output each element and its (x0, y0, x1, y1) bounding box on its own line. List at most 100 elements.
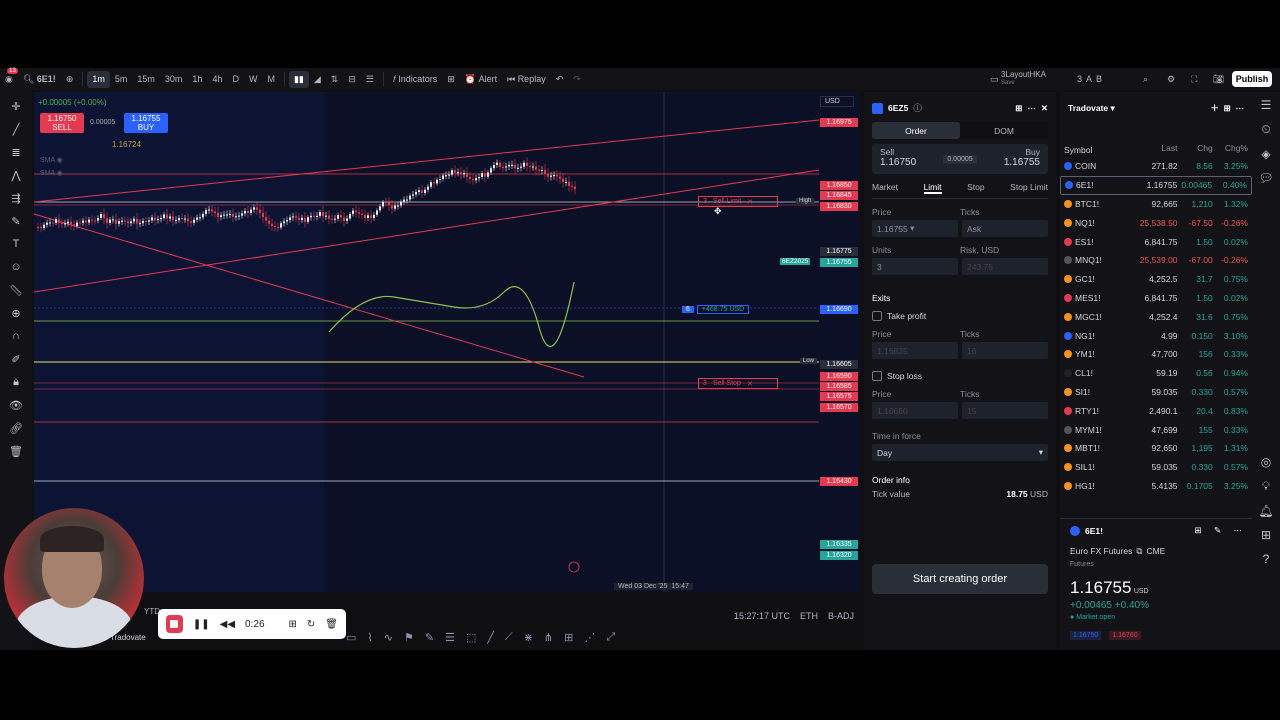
col-last[interactable]: Last (1133, 143, 1177, 157)
watchlist-row[interactable]: YM1! 47,700 156 0.33% (1060, 345, 1252, 364)
publish-button[interactable]: Publish (1232, 71, 1272, 87)
flag-icon[interactable]: ⚑ (404, 631, 414, 644)
watchlist-row[interactable]: BTC1! 92,665 1,210 1.32% (1060, 195, 1252, 214)
fib-icon[interactable]: ≣ (7, 144, 25, 160)
session-toggle[interactable]: ETH (800, 611, 818, 621)
watchlist-row[interactable]: RTY1! 2,490.1 20.4 0.83% (1060, 401, 1252, 420)
watchlist-row[interactable]: MGC1! 4,252.4 31.6 0.75% (1060, 307, 1252, 326)
stop-recording-icon[interactable] (166, 615, 183, 633)
lock-drawing-icon[interactable]: ✐ (7, 351, 25, 367)
price-chart[interactable]: ✥ +0.00005 (+0.00%) 1.16750 SELL 0.00005 … (34, 92, 860, 592)
chevron-down-icon[interactable]: ▾ (1111, 103, 1115, 114)
link-icon[interactable]: 🔗︎ (7, 420, 25, 436)
target-icon[interactable]: ◎ (1261, 455, 1271, 469)
magnet-icon[interactable]: ∩ (7, 328, 25, 344)
tf-1h[interactable]: 1h (187, 68, 207, 90)
symbol-search[interactable]: 🔍︎ 6E1! (18, 68, 61, 90)
ruler-icon[interactable]: 📏︎ (7, 282, 25, 298)
col-chg[interactable]: Chg (1178, 143, 1213, 157)
brush-icon[interactable]: ✎ (7, 213, 25, 229)
info-icon[interactable]: ⓘ (913, 102, 922, 114)
units-input[interactable]: 3 (872, 258, 958, 275)
ticks-select[interactable]: Ask (962, 220, 1048, 237)
trash-icon[interactable]: 🗑︎ (7, 443, 25, 459)
price-axis[interactable]: 1.16975 1.16850 1.16845 1.16830 1.16775 1.167… (820, 92, 858, 592)
sma-legend-1[interactable]: SMA ◉ (40, 156, 63, 164)
more-icon[interactable]: ⋯ (1236, 103, 1245, 114)
sell-stop-order[interactable]: 3 Sell Stop ✕ (698, 378, 778, 389)
tf-15m[interactable]: 15m (132, 68, 160, 90)
clock-icon[interactable]: ⏲ (1261, 122, 1270, 137)
layout-a[interactable]: A (1086, 74, 1092, 84)
templates-icon[interactable]: ⊞ (442, 68, 460, 90)
bar-style-icon[interactable]: ⊟ (343, 68, 361, 90)
trendline-icon[interactable]: ╱ (7, 121, 25, 137)
close-icon[interactable]: ✕ (1041, 103, 1048, 114)
more-icon[interactable]: ⋯ (1027, 103, 1036, 114)
avatar[interactable]: ◉ 13 (0, 68, 18, 90)
tf-m[interactable]: M (262, 68, 280, 90)
candles-icon[interactable]: ▮▮ (288, 70, 309, 88)
tf-d[interactable]: D (227, 68, 244, 90)
quick-buy-button[interactable]: 1.16755 BUY (124, 113, 168, 133)
eye-icon[interactable]: ◉ (57, 157, 63, 164)
quick-sell-button[interactable]: 1.16750 SELL (40, 113, 84, 133)
line-icon[interactable]: ╱ (487, 631, 494, 644)
box-icon[interactable]: ⬚ (466, 631, 476, 644)
crosshair-icon[interactable]: ✛ (7, 98, 25, 114)
lock-icon[interactable]: 🔒︎ (7, 374, 25, 390)
pause-icon[interactable]: ❚❚ (193, 619, 210, 630)
price-input[interactable]: 1.16755 ▾ (872, 220, 958, 237)
watchlist-row[interactable]: SI1! 59.035 0.330 0.57% (1060, 383, 1252, 402)
checkbox-icon[interactable] (872, 311, 882, 321)
watchlist-row[interactable]: MES1! 6,841.75 1.50 0.02% (1060, 289, 1252, 308)
fullscreen-icon[interactable]: ⛶ (1186, 68, 1202, 90)
rewind-icon[interactable]: ◀◀ (220, 619, 235, 630)
watchlist-row[interactable]: MBT1! 92,650 1,195 1.31% (1060, 439, 1252, 458)
pattern-icon[interactable]: ⋇ (524, 631, 533, 644)
tf-w[interactable]: W (244, 68, 263, 90)
fork-icon[interactable]: ⋔ (544, 631, 553, 644)
help-icon[interactable]: ? (1263, 552, 1270, 566)
rectangle-icon[interactable]: ▭ (346, 631, 356, 644)
take-profit-toggle[interactable]: Take profit (872, 311, 1048, 321)
tab-market[interactable]: Market (872, 182, 898, 194)
emoji-icon[interactable]: ☺ (7, 259, 25, 275)
watchlist-row[interactable]: 6E1! 1.16755 0.00465 0.40% (1060, 175, 1252, 195)
risk-input[interactable]: 243.75 (962, 258, 1048, 275)
measure-icon[interactable]: ⤢ (606, 631, 615, 644)
external-link-icon[interactable]: ⧉ (1136, 546, 1142, 557)
stop-loss-toggle[interactable]: Stop loss (872, 371, 1048, 381)
eye-icon[interactable]: 👁︎ (7, 397, 25, 413)
layout-ab[interactable]: 3AB (1072, 68, 1107, 90)
tab-limit[interactable]: Limit (923, 182, 942, 194)
tab-stop[interactable]: Stop (967, 182, 985, 194)
close-icon[interactable]: ✕ (747, 198, 753, 206)
trash-icon[interactable]: 🗑︎ (325, 619, 338, 630)
redo-icon[interactable]: ↷ (568, 68, 586, 90)
layout-button[interactable]: ▭ 3LayoutHKA Save (985, 68, 1051, 90)
pen-icon[interactable]: ✎ (425, 631, 434, 644)
watchlist-row[interactable]: MYM1! 47,699 155 0.33% (1060, 420, 1252, 439)
watchlist-row[interactable]: ES1! 6,841.75 1.50 0.02% (1060, 232, 1252, 251)
close-icon[interactable]: ✕ (747, 380, 753, 388)
forecast-icon[interactable]: ⇶ (7, 190, 25, 206)
layout-icon[interactable]: ⊞ (1015, 103, 1022, 114)
tf-1m[interactable]: 1m (87, 70, 110, 88)
alert-button[interactable]: ⏰ Alert (460, 68, 502, 90)
layout-b[interactable]: B (1096, 74, 1102, 84)
buy-side[interactable]: Buy 1.16755 (1004, 147, 1040, 171)
replay-button[interactable]: ⏮ Replay (502, 68, 551, 90)
eye-icon[interactable]: ◉ (57, 170, 63, 177)
tf-4h[interactable]: 4h (207, 68, 227, 90)
checkbox-icon[interactable] (872, 371, 882, 381)
settings-icon[interactable]: ⚙ (1162, 68, 1180, 90)
camera-icon[interactable]: 📷︎ (1208, 68, 1229, 90)
tab-stop-limit[interactable]: Stop Limit (1010, 182, 1048, 194)
sell-limit-order[interactable]: 3 Sell Limit ✕ (698, 196, 778, 207)
compare-icon[interactable]: ⇅ (326, 68, 344, 90)
watchlist-row[interactable]: NG1! 4.99 0.150 3.10% (1060, 326, 1252, 345)
path-icon[interactable]: ⌇ (367, 631, 372, 644)
utc-clock[interactable]: 15:27:17 UTC (734, 611, 790, 621)
chat-icon[interactable]: 💬︎ (1258, 171, 1273, 185)
